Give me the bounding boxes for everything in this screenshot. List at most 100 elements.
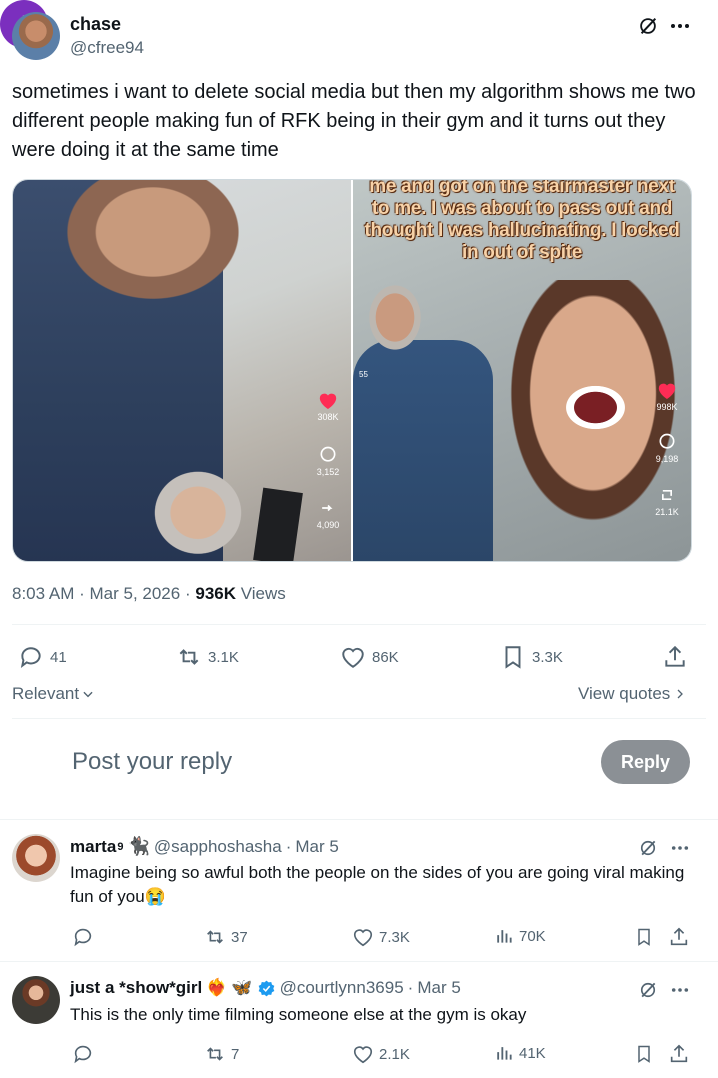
- reply-action[interactable]: 41: [18, 644, 67, 670]
- reply-views-count: 70K: [519, 927, 546, 945]
- bookmark-action[interactable]: 3.3K: [500, 644, 563, 670]
- bookmark-icon: [505, 646, 521, 669]
- reply-bookmark-action[interactable]: [634, 1043, 654, 1065]
- views-count: 936K: [195, 584, 236, 603]
- right-like-stat: 998K: [647, 380, 687, 412]
- heart-icon: [319, 393, 337, 410]
- reply-text: Imagine being so awful both the people o…: [70, 863, 685, 906]
- sort-label: Relevant: [12, 684, 80, 703]
- post-media[interactable]: 308K 3,152 4,090 55 me and got on the st…: [12, 179, 692, 562]
- heart-fire-emoji-icon: ❤️‍🔥: [206, 978, 228, 997]
- reply-icon: [20, 647, 41, 668]
- media-left-image[interactable]: 308K 3,152 4,090: [13, 180, 351, 561]
- reply-repost-count: 37: [231, 928, 248, 946]
- verified-icon: [258, 980, 274, 996]
- like-count: 86K: [372, 648, 399, 666]
- post-text: sometimes i want to delete social media …: [12, 81, 696, 161]
- reply-text: This is the only time filming someone el…: [70, 1005, 527, 1024]
- reply-author-name[interactable]: marta: [70, 837, 116, 857]
- author-name[interactable]: chase: [70, 14, 121, 35]
- bookmark-count: 3.3K: [532, 648, 563, 666]
- grok-icon[interactable]: [636, 14, 660, 38]
- share-icon: [670, 927, 688, 946]
- reply-repost-action[interactable]: 7: [204, 1043, 239, 1065]
- more-icon[interactable]: [668, 14, 692, 38]
- reply-author-handle[interactable]: @courtlynn3695: [280, 978, 404, 998]
- reply-icon: [74, 928, 92, 947]
- more-icon[interactable]: [668, 978, 692, 1002]
- views-label: Views: [240, 584, 286, 603]
- repost-arrow-icon: [662, 490, 672, 500]
- bookmark-icon: [638, 1045, 650, 1063]
- reply-bookmark-action[interactable]: [634, 926, 654, 948]
- like-action[interactable]: 86K: [340, 644, 399, 670]
- like-icon: [342, 647, 364, 668]
- views-icon: [497, 1047, 512, 1060]
- share-icon: [670, 1044, 688, 1063]
- author-handle[interactable]: @cfree94: [70, 38, 144, 58]
- reply-like-count: 2.1K: [379, 1045, 410, 1063]
- view-quotes-link[interactable]: View quotes: [578, 684, 686, 704]
- cat-emoji-icon: 🐈‍⬛: [127, 836, 150, 856]
- machine-tag: 55: [359, 370, 368, 379]
- divider: [12, 718, 706, 719]
- reply-avatar[interactable]: [12, 976, 60, 1024]
- comment-icon: [320, 446, 336, 462]
- reply-avatar[interactable]: [12, 834, 60, 882]
- butterfly-emoji-icon: 🦋: [231, 978, 253, 997]
- share-arrow-icon: [322, 504, 333, 512]
- post-time[interactable]: 8:03 AM: [12, 584, 74, 603]
- right-comment-stat: 9,198: [647, 432, 687, 464]
- reply-views-action[interactable]: 70K: [494, 926, 546, 946]
- view-quotes-label: View quotes: [578, 684, 671, 703]
- media-right-image[interactable]: 55 me and got on the stairmaster next to…: [353, 180, 691, 561]
- reply-views-count: 41K: [519, 1044, 546, 1062]
- sort-dropdown[interactable]: Relevant: [12, 684, 95, 704]
- reply-input[interactable]: Post your reply: [72, 748, 232, 776]
- reply-like-action[interactable]: 2.1K: [352, 1043, 410, 1065]
- reply-icon: [74, 1045, 92, 1064]
- reply-repost-count: 7: [231, 1045, 240, 1063]
- like-icon: [353, 1046, 373, 1064]
- right-share-stat: 21.1K: [647, 485, 687, 517]
- heart-icon: [658, 383, 676, 400]
- reply-header: just a *show*girl ❤️‍🔥 🦋 @courtlynn3695 …: [70, 978, 461, 998]
- reply-author-handle[interactable]: @sapphoshasha: [154, 837, 282, 857]
- post-date[interactable]: Mar 5, 2026: [90, 584, 181, 603]
- comment-icon: [659, 433, 675, 449]
- reply-button[interactable]: Reply: [601, 740, 690, 784]
- views-icon: [497, 930, 512, 943]
- reply-date[interactable]: Mar 5: [295, 837, 338, 857]
- left-comment-stat: 3,152: [308, 445, 348, 477]
- media-caption: me and got on the stairmaster next to me…: [364, 180, 680, 263]
- chevron-down-icon: [83, 691, 93, 698]
- divider: [0, 961, 718, 962]
- reply-count: 41: [50, 648, 67, 666]
- like-icon: [353, 929, 373, 947]
- reply-reply-action[interactable]: [72, 1043, 94, 1065]
- more-icon[interactable]: [668, 836, 692, 860]
- reply-views-action[interactable]: 41K: [494, 1043, 546, 1063]
- share-action[interactable]: [662, 644, 688, 670]
- reply-author-name[interactable]: just a *show*girl: [70, 978, 202, 998]
- reply-like-action[interactable]: 7.3K: [352, 926, 410, 948]
- author-avatar[interactable]: [12, 12, 60, 60]
- repost-icon: [207, 1047, 223, 1061]
- grok-icon[interactable]: [636, 978, 660, 1002]
- reply-header: marta 9 🐈‍⬛ @sapphoshasha · Mar 5: [70, 836, 339, 857]
- reply-author-name-sup: 9: [117, 840, 124, 853]
- reply-share-action[interactable]: [668, 1043, 690, 1065]
- divider: [12, 624, 706, 625]
- bookmark-icon: [638, 928, 650, 946]
- reply-like-count: 7.3K: [379, 928, 410, 946]
- repost-count: 3.1K: [208, 648, 239, 666]
- reply-date[interactable]: Mar 5: [417, 978, 460, 998]
- reply-repost-action[interactable]: 37: [204, 926, 248, 948]
- repost-icon: [207, 930, 223, 944]
- chevron-right-icon: [677, 689, 684, 699]
- grok-icon[interactable]: [636, 836, 660, 860]
- repost-action[interactable]: 3.1K: [176, 644, 239, 670]
- reply-reply-action[interactable]: [72, 926, 94, 948]
- divider: [0, 819, 718, 820]
- reply-share-action[interactable]: [668, 926, 690, 948]
